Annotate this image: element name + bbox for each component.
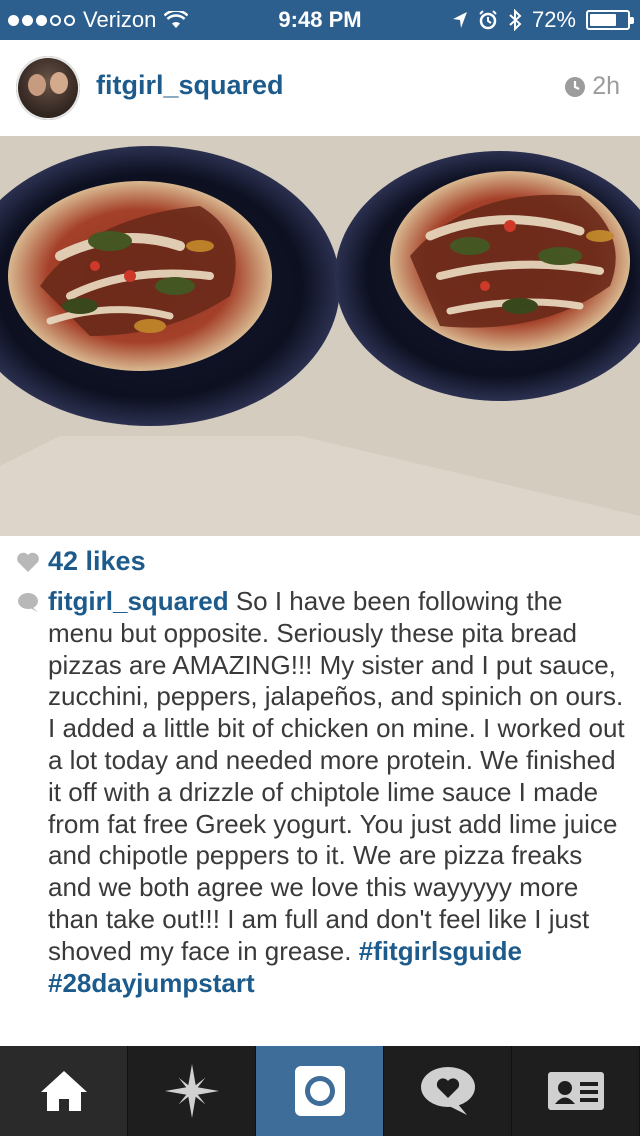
hashtag-link[interactable]: #fitgirlsguide [359, 936, 522, 966]
post-username[interactable]: fitgirl_squared [96, 70, 284, 101]
bluetooth-icon [509, 9, 522, 31]
post-header: fitgirl_squared 2h [0, 40, 640, 136]
post-photo[interactable] [0, 136, 640, 536]
battery-icon [586, 10, 634, 30]
camera-icon [294, 1066, 345, 1116]
alarm-icon [479, 10, 497, 30]
location-arrow-icon [452, 12, 467, 28]
profile-card-icon [547, 1072, 604, 1110]
tab-camera[interactable] [256, 1046, 384, 1136]
status-right: 72% [452, 7, 634, 33]
activity-heart-bubble-icon [420, 1067, 475, 1115]
tab-bar [0, 1046, 640, 1136]
caption-body: So I have been following the menu but op… [48, 586, 625, 966]
likes-count[interactable]: 42 likes [48, 546, 146, 577]
hashtag-link[interactable]: #28dayjumpstart [48, 968, 255, 998]
battery-fill [590, 14, 616, 26]
home-icon [40, 1071, 87, 1111]
likes-row[interactable]: 42 likes [16, 546, 146, 577]
battery-percent: 72% [531, 7, 576, 32]
tab-profile[interactable] [512, 1046, 640, 1136]
caption-author[interactable]: fitgirl_squared [48, 586, 229, 616]
caption-text: fitgirl_squared So I have been following… [48, 586, 628, 999]
tab-explore[interactable] [128, 1046, 256, 1136]
tab-home[interactable] [0, 1046, 128, 1136]
pizza-photo-illustration [0, 136, 640, 536]
status-bar: Verizon 9:48 PM 72% [0, 0, 640, 40]
comment-bubble-icon [18, 593, 38, 612]
post-time-ago: 2h [592, 72, 620, 100]
post-timestamp: 2h [564, 72, 620, 101]
clock-icon [565, 76, 586, 97]
tab-activity[interactable] [384, 1046, 512, 1136]
explore-star-icon [164, 1064, 219, 1118]
heart-icon [17, 552, 39, 572]
avatar[interactable] [16, 56, 80, 120]
